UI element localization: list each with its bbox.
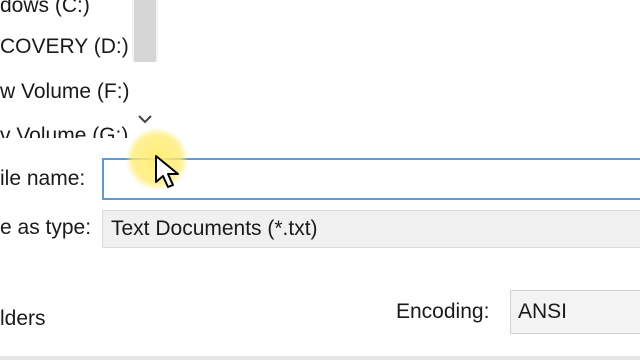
save-as-type-label: e as type: bbox=[0, 216, 92, 239]
drive-item-f[interactable]: w Volume (F:) bbox=[0, 80, 130, 104]
chevron-down-icon[interactable] bbox=[136, 110, 154, 128]
drive-item-c[interactable]: dows (C:) bbox=[0, 0, 90, 18]
drive-item-g[interactable]: v Volume (G:) bbox=[0, 124, 128, 138]
encoding-label: Encoding: bbox=[396, 300, 490, 323]
nav-scrollbar-thumb[interactable] bbox=[134, 0, 156, 62]
encoding-select[interactable]: ANSI bbox=[510, 290, 640, 334]
drive-item-d[interactable]: COVERY (D:) bbox=[0, 35, 129, 59]
file-name-label: ile name: bbox=[0, 167, 86, 190]
save-as-type-select[interactable]: Text Documents (*.txt) bbox=[102, 210, 640, 248]
hide-folders-toggle[interactable]: lders bbox=[0, 307, 46, 331]
dialog-bottom-edge bbox=[0, 356, 640, 360]
mouse-pointer-icon bbox=[154, 154, 184, 190]
